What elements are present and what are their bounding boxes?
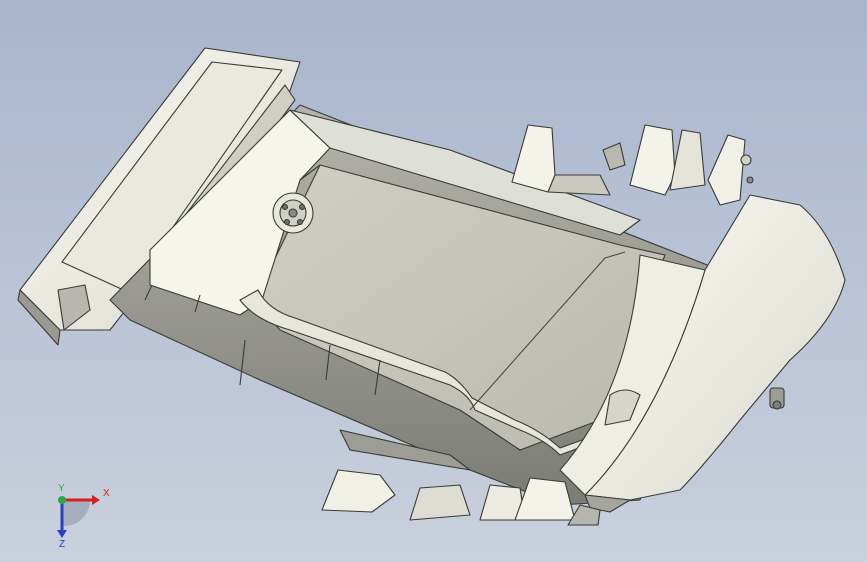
bracket-hole (740, 154, 752, 166)
bottom-bracket-1 (321, 469, 396, 513)
z-axis-label: Z (59, 539, 65, 548)
x-axis-label: X (103, 488, 110, 499)
triad-shade (62, 500, 91, 527)
axis-triad: X Y Z (57, 483, 110, 548)
cad-graphics-viewport[interactable]: X Y Z (0, 0, 867, 562)
bracket-6 (602, 142, 626, 171)
bracket-4 (669, 129, 706, 191)
bottom-bracket-2 (409, 484, 471, 521)
y-axis-dot (58, 496, 66, 504)
bracket-3 (629, 124, 676, 196)
3d-model-view[interactable] (0, 0, 867, 562)
z-axis-arrow-icon (57, 530, 67, 538)
bracket-1 (511, 124, 556, 193)
bracket-5 (707, 134, 746, 206)
model-housing[interactable] (17, 47, 846, 526)
y-axis-label: Y (58, 483, 65, 494)
x-axis-arrow-icon (92, 495, 100, 505)
bracket-2 (547, 174, 611, 196)
